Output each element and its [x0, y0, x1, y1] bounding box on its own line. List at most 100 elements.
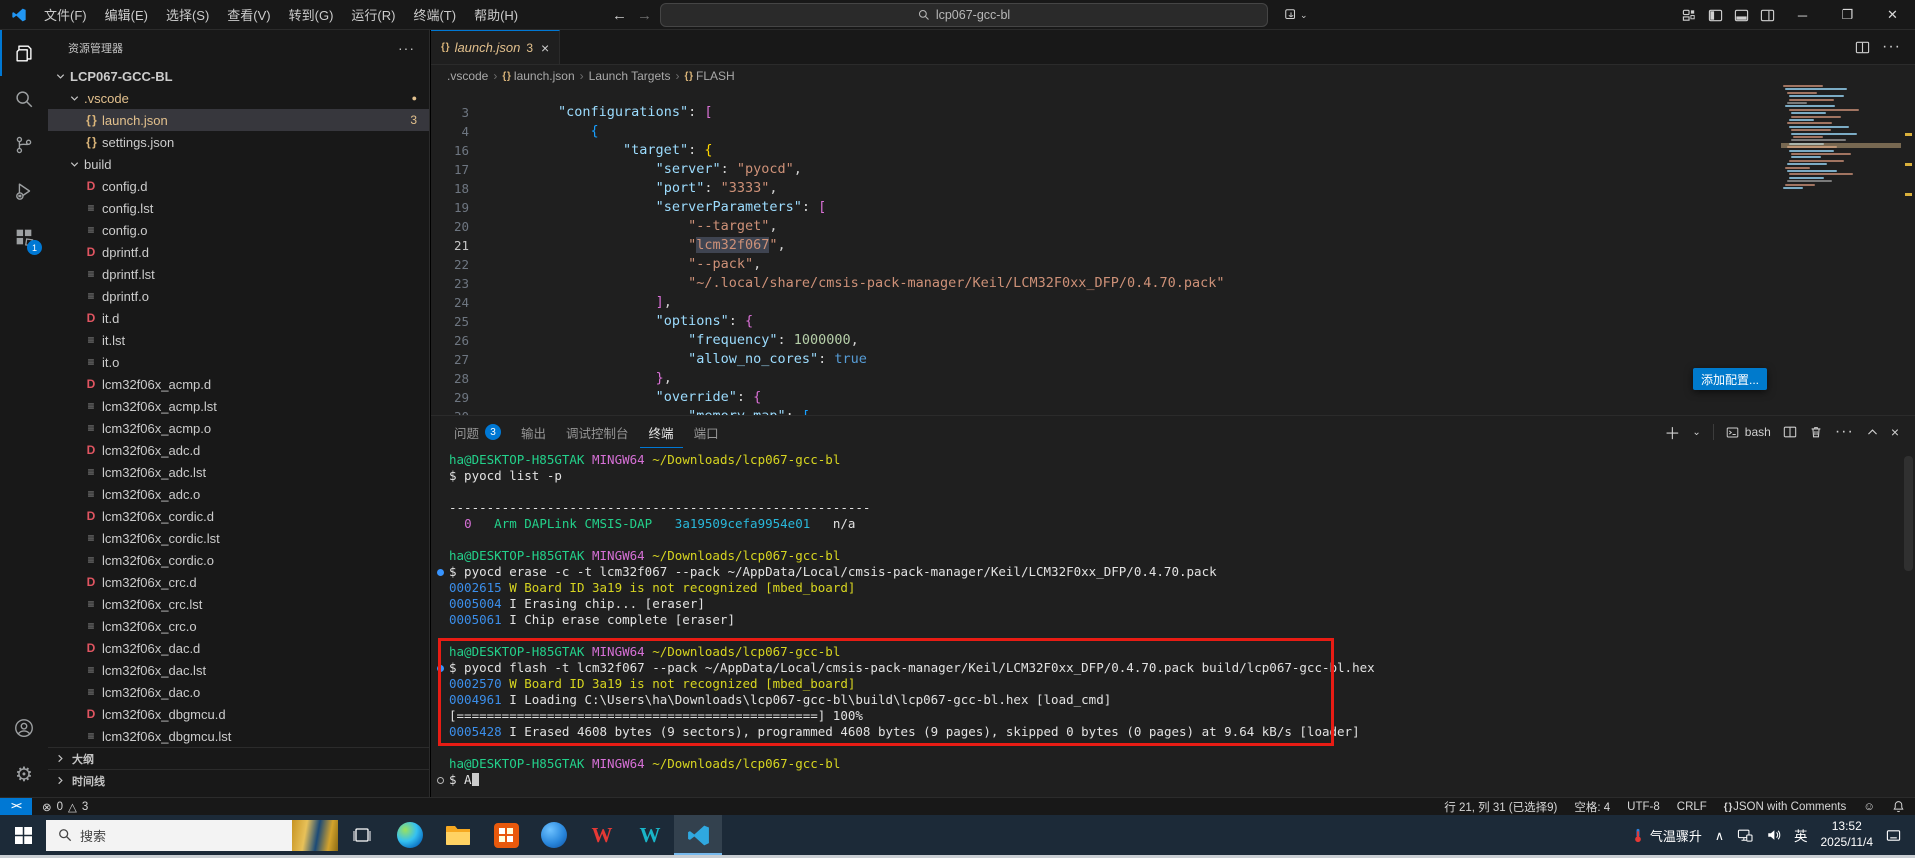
- explorer-more-actions-icon[interactable]: ···: [398, 40, 415, 56]
- app-tile-orange-icon[interactable]: [482, 815, 530, 855]
- new-window-icon[interactable]: ⌄: [1284, 0, 1308, 30]
- remote-indicator[interactable]: ><: [0, 798, 32, 815]
- minimap[interactable]: [1781, 85, 1901, 235]
- file-item-it.d[interactable]: Dit.d: [48, 307, 429, 329]
- menu-item-0[interactable]: 文件(F): [35, 0, 96, 29]
- start-button[interactable]: [0, 815, 46, 855]
- code-line-20[interactable]: 20 "--target",: [431, 217, 1901, 236]
- panel-tab-2[interactable]: 调试控制台: [557, 416, 638, 448]
- panel-tab-1[interactable]: 输出: [512, 416, 555, 448]
- ime-indicator[interactable]: 英: [1794, 825, 1808, 845]
- file-item-lcm32f06x_acmp.o[interactable]: ≡ lcm32f06x_acmp.o: [48, 417, 429, 439]
- encoding[interactable]: UTF-8: [1627, 801, 1660, 813]
- file-item-build[interactable]: build: [48, 153, 429, 175]
- file-item-lcm32f06x_dbgmcu.lst[interactable]: ≡ lcm32f06x_dbgmcu.lst: [48, 725, 429, 747]
- code-line-4[interactable]: 4 {: [431, 122, 1901, 141]
- panel-tab-0[interactable]: 问题 3: [445, 416, 510, 448]
- terminal-dropdown-icon[interactable]: ⌄: [1692, 427, 1700, 438]
- account-icon[interactable]: [0, 705, 48, 751]
- edge-browser-icon[interactable]: [386, 815, 434, 855]
- command-decoration-circ[interactable]: [437, 776, 444, 784]
- terminal-scrollbar[interactable]: [1904, 456, 1913, 571]
- file-item-it.lst[interactable]: ≡ it.lst: [48, 329, 429, 351]
- wps-w-icon[interactable]: W: [578, 815, 626, 855]
- indentation[interactable]: 空格: 4: [1574, 799, 1610, 815]
- app-blue-round-icon[interactable]: [530, 815, 578, 855]
- file-item-settings.json[interactable]: { } settings.json: [48, 131, 429, 153]
- language-mode[interactable]: { } JSON with Comments: [1724, 801, 1846, 813]
- file-item-lcm32f06x_adc.lst[interactable]: ≡ lcm32f06x_adc.lst: [48, 461, 429, 483]
- cursor-position[interactable]: 行 21, 列 31 (已选择9): [1444, 799, 1557, 815]
- extensions-icon[interactable]: 1: [0, 214, 48, 260]
- weather-widget[interactable]: 气温骤升: [1631, 826, 1702, 845]
- toggle-panel-icon[interactable]: [1728, 0, 1754, 30]
- breadcrumb-item-1[interactable]: { } launch.json: [502, 69, 574, 83]
- code-editor[interactable]: 3 "configurations": [4 {16 "target": {17…: [431, 87, 1901, 445]
- restore-button[interactable]: ❐: [1825, 0, 1870, 30]
- new-terminal-icon[interactable]: ＋: [1664, 420, 1680, 444]
- terminal[interactable]: ha@DESKTOP-H85GTAK MINGW64 ~/Downloads/l…: [431, 448, 1901, 797]
- notification-center-icon[interactable]: [1886, 828, 1901, 843]
- breadcrumb-item-0[interactable]: .vscode: [447, 69, 488, 83]
- toggle-secondary-sidebar-icon[interactable]: [1754, 0, 1780, 30]
- file-item-lcm32f06x_dbgmcu.d[interactable]: Dlcm32f06x_dbgmcu.d: [48, 703, 429, 725]
- editor-more-actions-icon[interactable]: ···: [1882, 38, 1901, 56]
- file-item-lcm32f06x_adc.o[interactable]: ≡ lcm32f06x_adc.o: [48, 483, 429, 505]
- command-decoration-dot[interactable]: [437, 568, 444, 576]
- vscode-taskbar-icon[interactable]: [674, 815, 722, 855]
- breadcrumb-item-3[interactable]: { } FLASH: [684, 69, 734, 83]
- search-highlight-image[interactable]: [292, 819, 338, 851]
- file-item-dprintf.o[interactable]: ≡ dprintf.o: [48, 285, 429, 307]
- file-item-lcm32f06x_adc.d[interactable]: Dlcm32f06x_adc.d: [48, 439, 429, 461]
- menu-item-2[interactable]: 选择(S): [157, 0, 218, 29]
- explorer-icon[interactable]: [0, 30, 48, 76]
- menu-item-4[interactable]: 转到(G): [280, 0, 343, 29]
- file-item-it.o[interactable]: ≡ it.o: [48, 351, 429, 373]
- file-item-lcm32f06x_cordic.o[interactable]: ≡ lcm32f06x_cordic.o: [48, 549, 429, 571]
- file-item-lcm32f06x_dac.lst[interactable]: ≡ lcm32f06x_dac.lst: [48, 659, 429, 681]
- menu-item-6[interactable]: 终端(T): [404, 0, 465, 29]
- file-item-config.d[interactable]: Dconfig.d: [48, 175, 429, 197]
- split-editor-icon[interactable]: [1855, 40, 1870, 55]
- customize-layout-icon[interactable]: [1676, 0, 1702, 30]
- panel-tab-4[interactable]: 端口: [685, 416, 728, 448]
- source-control-icon[interactable]: [0, 122, 48, 168]
- split-terminal-icon[interactable]: [1783, 425, 1797, 439]
- file-item-lcm32f06x_cordic.lst[interactable]: ≡ lcm32f06x_cordic.lst: [48, 527, 429, 549]
- menu-item-1[interactable]: 编辑(E): [96, 0, 157, 29]
- terminal-instance-item[interactable]: bash: [1726, 425, 1771, 439]
- code-line-19[interactable]: 19 "serverParameters": [: [431, 198, 1901, 217]
- code-line-28[interactable]: 28 },: [431, 369, 1901, 388]
- hidden-icons-chevron[interactable]: ∧: [1715, 828, 1724, 843]
- nav-back-icon[interactable]: ←: [612, 0, 627, 30]
- code-line-16[interactable]: 16 "target": {: [431, 141, 1901, 160]
- command-center-search[interactable]: lcp067-gcc-bl: [660, 3, 1268, 27]
- code-line-27[interactable]: 27 "allow_no_cores": true: [431, 350, 1901, 369]
- problems-status[interactable]: ⊗ 0 △ 3: [32, 800, 98, 814]
- notifications-bell-icon[interactable]: [1892, 800, 1905, 813]
- code-line-21[interactable]: 21 "lcm32f067",: [431, 236, 1901, 255]
- code-line-26[interactable]: 26 "frequency": 1000000,: [431, 331, 1901, 350]
- eol-sequence[interactable]: CRLF: [1677, 801, 1707, 813]
- file-item-lcm32f06x_cordic.d[interactable]: Dlcm32f06x_cordic.d: [48, 505, 429, 527]
- code-line-29[interactable]: 29 "override": {: [431, 388, 1901, 407]
- w-app-teal-icon[interactable]: W: [626, 815, 674, 855]
- sidebar-section-0[interactable]: 大纲: [48, 747, 429, 769]
- file-item-lcm32f06x_acmp.lst[interactable]: ≡ lcm32f06x_acmp.lst: [48, 395, 429, 417]
- file-item-dprintf.d[interactable]: Ddprintf.d: [48, 241, 429, 263]
- file-item-dprintf.lst[interactable]: ≡ dprintf.lst: [48, 263, 429, 285]
- toggle-sidebar-icon[interactable]: [1702, 0, 1728, 30]
- file-item-.vscode[interactable]: .vscode ●: [48, 87, 429, 109]
- feedback-icon[interactable]: ☺: [1863, 801, 1875, 813]
- file-item-config.o[interactable]: ≡ config.o: [48, 219, 429, 241]
- sidebar-section-1[interactable]: 时间线: [48, 769, 429, 791]
- panel-tab-3[interactable]: 终端: [640, 416, 683, 448]
- task-view-button[interactable]: [338, 815, 386, 855]
- add-configuration-button[interactable]: 添加配置...: [1693, 368, 1767, 390]
- code-line-25[interactable]: 25 "options": {: [431, 312, 1901, 331]
- panel-more-actions-icon[interactable]: ···: [1835, 423, 1854, 441]
- menu-item-5[interactable]: 运行(R): [342, 0, 404, 29]
- tab-close-icon[interactable]: ×: [541, 40, 549, 56]
- file-item-config.lst[interactable]: ≡ config.lst: [48, 197, 429, 219]
- file-item-lcm32f06x_crc.o[interactable]: ≡ lcm32f06x_crc.o: [48, 615, 429, 637]
